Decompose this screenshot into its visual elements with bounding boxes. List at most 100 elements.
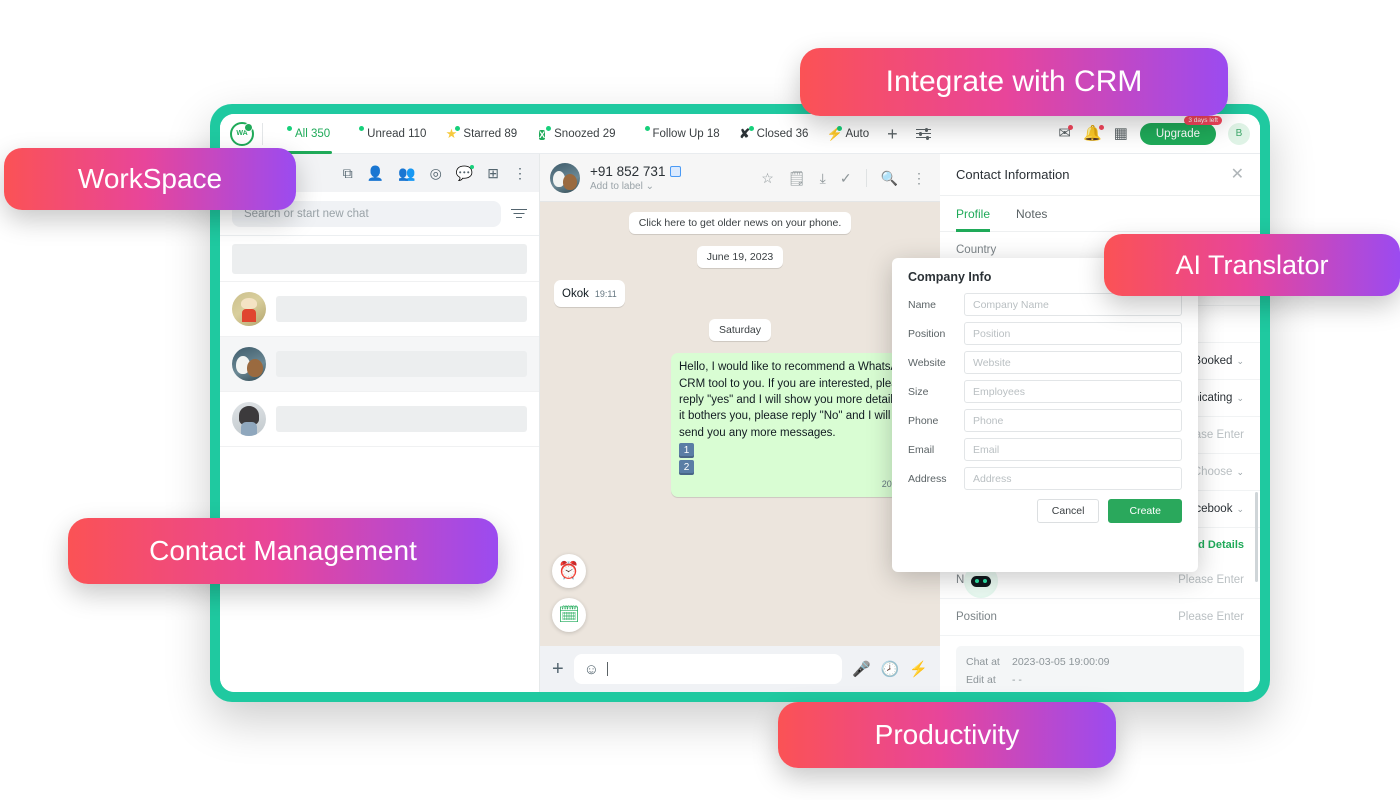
form-row: Address Address [908, 467, 1182, 490]
field-value: Please Enter [1178, 574, 1244, 586]
schedule-message-icon[interactable]: 🕗 [881, 662, 900, 677]
new-window-icon[interactable]: ⧉ [343, 166, 353, 180]
nav-tab-starred[interactable]: ★ Starred 89 [435, 114, 526, 154]
tab-notes[interactable]: Notes [1016, 196, 1047, 232]
input-placeholder: Employees [973, 385, 1025, 398]
chevron-down-icon: ⌄ [1236, 355, 1244, 366]
chat-at-value: 2023-03-05 19:00:09 [1012, 656, 1110, 668]
add-contact-icon[interactable]: 👤 [367, 166, 384, 180]
tab-label: Notes [1016, 206, 1048, 221]
avatar [232, 347, 266, 381]
email-input[interactable]: Email [964, 438, 1182, 461]
input-placeholder: Company Name [973, 298, 1049, 311]
plus-icon[interactable]: + [552, 659, 564, 679]
nav-divider [262, 122, 263, 145]
message-row: Saturday [554, 319, 926, 342]
calendar-check-icon[interactable]: 🗓 [552, 598, 586, 632]
nav-tab-followup[interactable]: Follow Up 18 [625, 114, 729, 154]
add-box-icon[interactable]: ⊞ [487, 166, 499, 180]
message-text: Okok [562, 288, 589, 300]
nav-tab-closed[interactable]: ✘ Closed 36 [729, 114, 818, 154]
add-to-label-button[interactable]: Add to label ⌄ [590, 181, 681, 192]
address-input[interactable]: Address [964, 467, 1182, 490]
system-message[interactable]: Click here to get older news on your pho… [628, 212, 852, 234]
nav-tab-label: All 350 [295, 127, 331, 140]
conversation-panel: +91 852 731 Add to label ⌄ ☆ 🗒 ⤓ ✓ 🔍 ⋮ C… [540, 154, 940, 692]
microphone-icon[interactable]: 🎤 [852, 662, 871, 677]
create-button[interactable]: Create [1108, 499, 1182, 523]
nav-add-tab-button[interactable]: + [878, 114, 907, 154]
panel-scrollbar[interactable] [1255, 492, 1258, 582]
emoji-number-one: 1 [679, 442, 694, 458]
message-row: Click here to get older news on your pho… [554, 212, 926, 234]
tab-profile[interactable]: Profile [956, 196, 991, 232]
chevron-down-icon: ⌄ [1236, 466, 1244, 477]
user-avatar[interactable]: B [1228, 122, 1250, 145]
star-icon[interactable]: ☆ [761, 171, 774, 185]
placeholder-bar [276, 351, 527, 377]
position-input[interactable]: Position [964, 322, 1182, 345]
screenshot-root: WA All 350 Unread 110 ★ Starred 89 X Sno… [0, 0, 1400, 800]
more-vertical-icon[interactable]: ⋮ [513, 166, 527, 180]
avatar [232, 402, 266, 436]
nav-settings-button[interactable] [907, 114, 940, 154]
check-icon[interactable]: ✓ [840, 171, 852, 185]
message-input[interactable]: ☺ [573, 654, 842, 684]
input-placeholder: Address [973, 472, 1012, 485]
status-icon[interactable]: ◎ [430, 166, 442, 180]
alarm-clock-icon[interactable]: ⏰ [552, 554, 586, 588]
bell-icon[interactable]: 🔔 [1083, 125, 1104, 141]
field-row[interactable]: Position Please Enter [940, 599, 1260, 636]
feature-label-contact-management: Contact Management [68, 518, 498, 584]
archive-icon[interactable]: ⤓ [820, 171, 826, 185]
inbox-icon[interactable]: ✉ [1058, 125, 1073, 141]
search-icon[interactable]: 🔍 [881, 171, 898, 185]
company-name-input[interactable]: Company Name [964, 293, 1182, 316]
floating-action-buttons: ⏰ 🗓 [552, 554, 586, 632]
sliders-icon [915, 127, 931, 140]
cancel-button[interactable]: Cancel [1036, 499, 1100, 523]
group-icon[interactable]: 👥 [398, 166, 415, 180]
emoji-icon[interactable]: ☺ [584, 662, 599, 677]
website-input[interactable]: Website [964, 351, 1182, 374]
edit-at-label: Edit at [966, 673, 996, 686]
placeholder-bar [276, 406, 527, 432]
input-placeholder: Website [973, 356, 1011, 369]
apps-icon[interactable]: ▦ [1114, 126, 1128, 141]
conversation-contact: +91 852 731 Add to label ⌄ [590, 164, 682, 192]
nav-tab-snoozed[interactable]: X Snoozed 29 [526, 114, 624, 154]
emoji-number-two: 2 [679, 460, 694, 476]
chat-at-label: Chat at [966, 656, 1000, 668]
list-item[interactable] [220, 392, 539, 447]
broadcast-icon[interactable]: 💬 [456, 165, 475, 180]
nav-tab-unread[interactable]: Unread 110 [339, 114, 435, 154]
size-input[interactable]: Employees [964, 380, 1182, 403]
top-navigation-bar: WA All 350 Unread 110 ★ Starred 89 X Sno… [220, 114, 1260, 154]
message-list: Click here to get older news on your pho… [540, 202, 940, 646]
quick-reply-icon[interactable]: ⚡ [909, 662, 928, 677]
nav-right-actions: ✉ 🔔 ▦ 3 days left Upgrade B [1058, 115, 1260, 145]
form-row: Phone Phone [908, 409, 1182, 432]
text-caret [607, 662, 609, 676]
placeholder-bar [276, 296, 527, 322]
phone-input[interactable]: Phone [964, 409, 1182, 432]
list-item[interactable] [220, 282, 539, 337]
close-icon[interactable]: ✕ [1231, 166, 1244, 183]
conversation-header-actions: ☆ 🗒 ⤓ ✓ 🔍 ⋮ [761, 168, 930, 187]
upgrade-days-badge: 3 days left [1184, 115, 1222, 125]
contact-card-icon [670, 165, 682, 177]
message-row: June 19, 2023 [554, 246, 926, 268]
nav-tab-label: Unread 110 [367, 127, 427, 140]
upgrade-button[interactable]: 3 days left Upgrade [1139, 115, 1222, 145]
list-item[interactable] [220, 236, 539, 282]
edit-at-value: - - [1012, 673, 1022, 686]
field-label: Country [956, 244, 997, 256]
list-item[interactable] [220, 337, 539, 392]
more-vertical-icon[interactable]: ⋮ [912, 171, 926, 185]
avatar[interactable] [550, 162, 580, 193]
upgrade-label: Upgrade [1155, 127, 1200, 140]
nav-tab-auto[interactable]: ⚡ Auto [817, 114, 878, 154]
x-check-icon: ✘ [738, 125, 754, 141]
filter-icon[interactable] [511, 208, 527, 220]
note-icon[interactable]: 🗒 [788, 171, 806, 185]
